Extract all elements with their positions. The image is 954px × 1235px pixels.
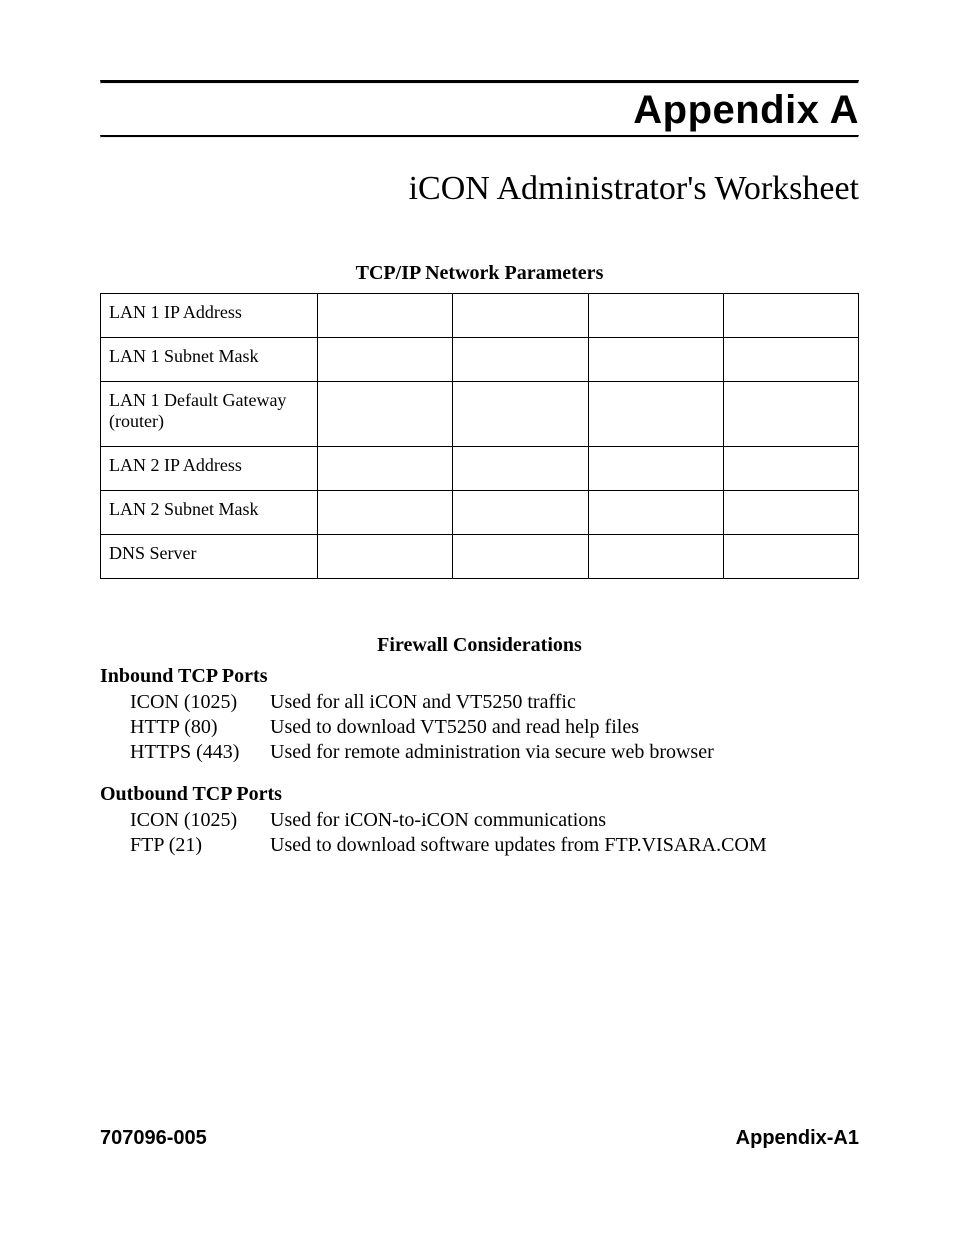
outbound-block: ICON (1025) Used for iCON-to-iCON commun… [100, 808, 859, 858]
param-label: LAN 1 Subnet Mask [101, 338, 318, 382]
table-row: LAN 1 Default Gateway (router) [101, 382, 859, 447]
param-label: LAN 1 Default Gateway (router) [101, 382, 318, 447]
param-blank [318, 338, 453, 382]
footer-right: Appendix-A1 [736, 1127, 859, 1150]
page-container: Appendix A iCON Administrator's Workshee… [0, 0, 954, 1235]
port-row: HTTP (80) Used to download VT5250 and re… [130, 715, 859, 740]
inbound-block: ICON (1025) Used for all iCON and VT5250… [100, 690, 859, 765]
port-row: ICON (1025) Used for iCON-to-iCON commun… [130, 808, 859, 833]
param-blank [588, 491, 723, 535]
appendix-label: Appendix A [100, 88, 859, 133]
table-row: DNS Server [101, 535, 859, 579]
port-row: ICON (1025) Used for all iCON and VT5250… [130, 690, 859, 715]
param-blank [723, 382, 858, 447]
port-name: HTTPS (443) [130, 740, 270, 765]
port-name: FTP (21) [130, 833, 270, 858]
header-rule-top [100, 80, 859, 84]
param-blank [453, 338, 588, 382]
outbound-heading: Outbound TCP Ports [100, 783, 859, 806]
page-footer: 707096-005 Appendix-A1 [100, 1127, 859, 1150]
param-label: LAN 1 IP Address [101, 294, 318, 338]
param-blank [588, 535, 723, 579]
document-title: iCON Administrator's Worksheet [100, 170, 859, 208]
network-heading: TCP/IP Network Parameters [100, 262, 859, 285]
port-row: HTTPS (443) Used for remote administrati… [130, 740, 859, 765]
inbound-heading: Inbound TCP Ports [100, 665, 859, 688]
param-blank [318, 447, 453, 491]
param-blank [453, 294, 588, 338]
param-label: LAN 2 IP Address [101, 447, 318, 491]
table-row: LAN 2 Subnet Mask [101, 491, 859, 535]
footer-left: 707096-005 [100, 1127, 207, 1150]
port-name: HTTP (80) [130, 715, 270, 740]
param-blank [588, 382, 723, 447]
param-blank [588, 338, 723, 382]
header-rule-bottom [100, 135, 859, 138]
table-row: LAN 1 IP Address [101, 294, 859, 338]
param-blank [453, 447, 588, 491]
port-desc: Used to download software updates from F… [270, 833, 859, 858]
param-blank [723, 535, 858, 579]
param-label: DNS Server [101, 535, 318, 579]
port-desc: Used to download VT5250 and read help fi… [270, 715, 859, 740]
network-params-table: LAN 1 IP Address LAN 1 Subnet Mask LAN 1… [100, 293, 859, 579]
param-blank [318, 382, 453, 447]
param-blank [723, 338, 858, 382]
param-blank [318, 294, 453, 338]
param-blank [318, 491, 453, 535]
param-label: LAN 2 Subnet Mask [101, 491, 318, 535]
param-blank [453, 491, 588, 535]
param-blank [588, 294, 723, 338]
port-row: FTP (21) Used to download software updat… [130, 833, 859, 858]
port-desc: Used for all iCON and VT5250 traffic [270, 690, 859, 715]
firewall-heading: Firewall Considerations [100, 634, 859, 657]
param-blank [723, 447, 858, 491]
port-desc: Used for remote administration via secur… [270, 740, 859, 765]
port-desc: Used for iCON-to-iCON communications [270, 808, 859, 833]
param-blank [588, 447, 723, 491]
param-blank [453, 535, 588, 579]
param-blank [453, 382, 588, 447]
param-blank [723, 491, 858, 535]
table-row: LAN 1 Subnet Mask [101, 338, 859, 382]
port-name: ICON (1025) [130, 808, 270, 833]
table-row: LAN 2 IP Address [101, 447, 859, 491]
port-name: ICON (1025) [130, 690, 270, 715]
param-blank [318, 535, 453, 579]
param-blank [723, 294, 858, 338]
